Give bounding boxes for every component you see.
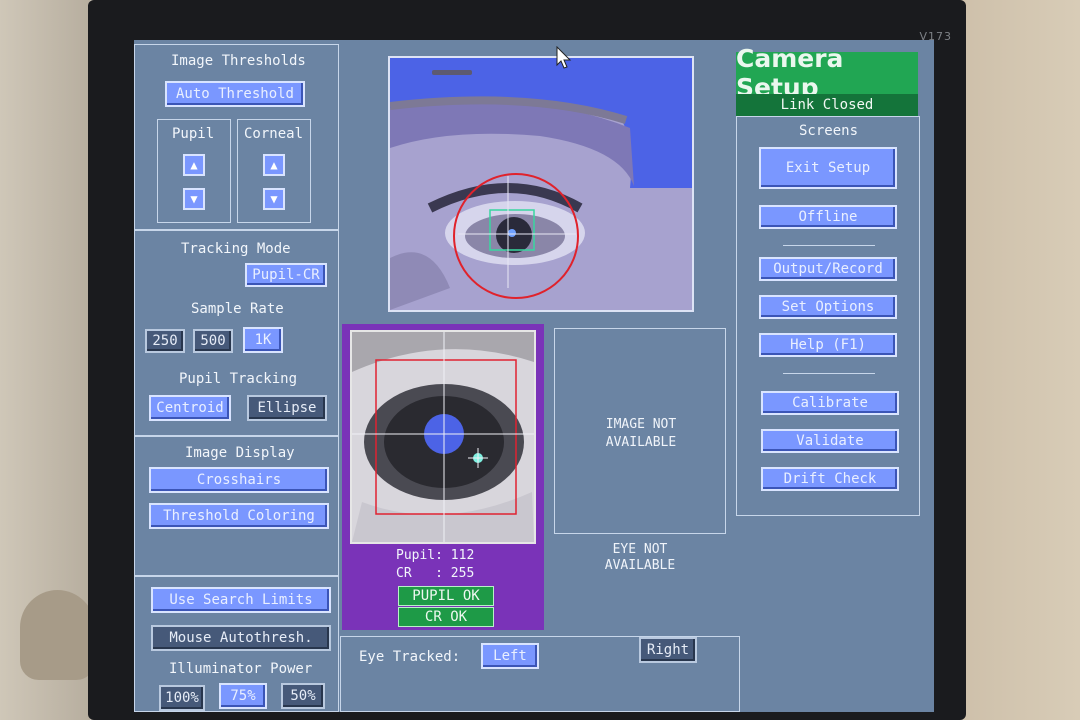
camera-setup-screen: Image Thresholds Auto Threshold Pupil ▲ … <box>134 40 934 712</box>
eye-not-available-line1: EYE NOT <box>612 542 668 557</box>
arrow-down-icon: ▼ <box>190 192 198 206</box>
eye-left-button[interactable]: Left <box>481 643 539 669</box>
output-record-button[interactable]: Output/Record <box>759 257 897 281</box>
exit-setup-button[interactable]: Exit Setup <box>759 147 897 189</box>
illuminator-50-button[interactable]: 50% <box>281 683 325 709</box>
arrow-up-icon: ▲ <box>190 158 198 172</box>
use-search-limits-button[interactable]: Use Search Limits <box>151 587 331 613</box>
thresholds-panel: Image Thresholds Auto Threshold Pupil ▲ … <box>134 44 339 230</box>
desk-object <box>20 590 95 680</box>
link-status-badge: Link Closed <box>736 94 918 116</box>
ellipse-button[interactable]: Ellipse <box>247 395 327 421</box>
eye-tracked-label: Eye Tracked: <box>359 649 461 665</box>
divider <box>783 373 875 374</box>
help-button[interactable]: Help (F1) <box>759 333 897 357</box>
thresholds-title: Image Thresholds <box>171 53 306 69</box>
camera-global-view <box>388 56 694 312</box>
illuminator-power-title: Illuminator Power <box>169 661 313 677</box>
eye-closeup-image <box>350 330 536 544</box>
pupil-threshold-down-button[interactable]: ▼ <box>183 188 205 210</box>
corneal-threshold-box: Corneal ▲ ▼ <box>237 119 311 223</box>
eye-not-available-line2: AVAILABLE <box>604 558 676 573</box>
set-options-button[interactable]: Set Options <box>759 295 897 319</box>
arrow-down-icon: ▼ <box>270 192 278 206</box>
sample-rate-500-button[interactable]: 500 <box>193 329 233 353</box>
screens-title: Screens <box>799 123 859 139</box>
eye-right-button[interactable]: Right <box>639 637 697 663</box>
tracking-mode-title: Tracking Mode <box>181 241 291 257</box>
second-eye-image-box: IMAGE NOT AVAILABLE <box>554 328 726 534</box>
pupil-label: Pupil <box>172 126 215 142</box>
sample-rate-1k-button[interactable]: 1K <box>243 327 283 353</box>
image-not-available-line2: AVAILABLE <box>605 435 677 450</box>
corneal-threshold-down-button[interactable]: ▼ <box>263 188 285 210</box>
illuminator-100-button[interactable]: 100% <box>159 685 205 711</box>
image-not-available-line1: IMAGE NOT <box>605 417 677 432</box>
corneal-threshold-up-button[interactable]: ▲ <box>263 154 285 176</box>
drift-check-button[interactable]: Drift Check <box>761 467 899 491</box>
corneal-label: Corneal <box>244 126 304 142</box>
pupil-threshold-up-button[interactable]: ▲ <box>183 154 205 176</box>
sample-rate-250-button[interactable]: 250 <box>145 329 185 353</box>
pupil-readout: Pupil: 112 <box>396 548 475 563</box>
face-image <box>390 58 692 310</box>
divider <box>783 245 875 246</box>
offline-button[interactable]: Offline <box>759 205 897 229</box>
cr-ok-badge: CR OK <box>398 607 494 627</box>
mouse-cursor-icon <box>556 46 572 69</box>
image-display-panel: Image Display Crosshairs Threshold Color… <box>134 436 339 576</box>
crosshairs-button[interactable]: Crosshairs <box>149 467 329 493</box>
image-display-title: Image Display <box>185 445 295 461</box>
centroid-button[interactable]: Centroid <box>149 395 231 421</box>
screens-panel: Screens Exit Setup Offline Output/Record… <box>736 116 920 516</box>
search-illuminator-panel: Use Search Limits Mouse Autothresh. Illu… <box>134 576 339 712</box>
page-title: Camera Setup <box>736 44 918 102</box>
calibrate-button[interactable]: Calibrate <box>761 391 899 415</box>
pupil-tracking-title: Pupil Tracking <box>179 371 298 387</box>
cr-readout: CR : 255 <box>396 566 475 581</box>
background-wall-right <box>950 0 1080 720</box>
tracking-panel: Tracking Mode Pupil-CR Sample Rate 250 5… <box>134 230 339 436</box>
tracking-mode-button[interactable]: Pupil-CR <box>245 263 327 287</box>
arrow-up-icon: ▲ <box>270 158 278 172</box>
monitor-bezel: V173 Image Thresholds Auto Threshold Pup… <box>88 0 966 720</box>
sample-rate-title: Sample Rate <box>191 301 284 317</box>
pupil-ok-badge: PUPIL OK <box>398 586 494 606</box>
pupil-threshold-box: Pupil ▲ ▼ <box>157 119 231 223</box>
illuminator-75-button[interactable]: 75% <box>219 683 267 709</box>
validate-button[interactable]: Validate <box>761 429 899 453</box>
threshold-coloring-button[interactable]: Threshold Coloring <box>149 503 329 529</box>
auto-threshold-button[interactable]: Auto Threshold <box>165 81 305 107</box>
mouse-autothresh-button[interactable]: Mouse Autothresh. <box>151 625 331 651</box>
eye-closeup-drawing <box>352 332 534 542</box>
eye-tracked-panel: Eye Tracked: Left Right <box>340 636 740 712</box>
